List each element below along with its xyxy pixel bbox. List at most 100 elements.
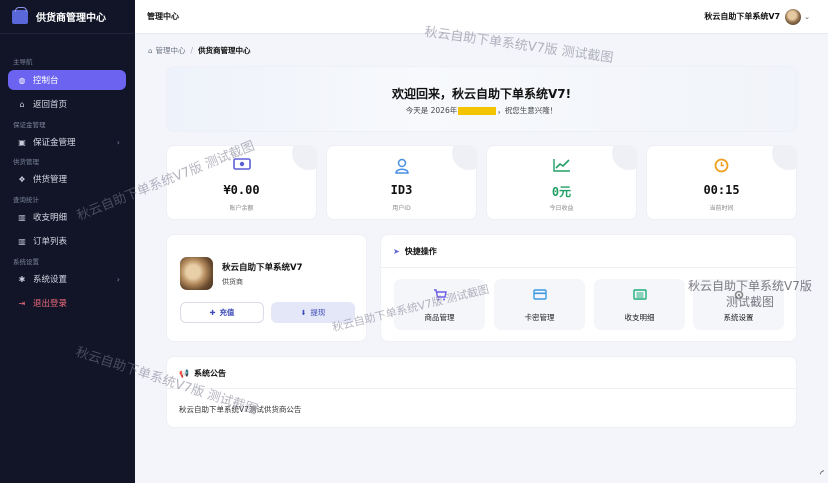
store-icon [12, 6, 28, 24]
announcement-text: 秋云自助下单系统V7测试供货商公告 [179, 405, 302, 414]
sidebar-item-home[interactable]: ⌂ 返回首页 [8, 94, 126, 114]
quick-item-cards[interactable]: 卡密管理 [494, 279, 585, 330]
sign-out-icon: ⇥ [18, 298, 26, 308]
stat-label: 今日收益 [549, 205, 574, 212]
bullhorn-icon: 📢 [179, 369, 189, 378]
breadcrumb-home[interactable]: 管理中心 [155, 45, 185, 56]
home-icon: ⌂ [19, 99, 25, 109]
stat-card-time: 00:15 当前时间 [646, 145, 797, 220]
divider [381, 267, 796, 268]
stat-value: ¥0.00 [223, 183, 260, 197]
withdraw-button[interactable]: ⬇ 提现 [271, 302, 355, 323]
stat-card-income: 0元 今日收益 [486, 145, 637, 220]
sidebar-item-label: 控制台 [33, 76, 59, 86]
welcome-subtitle: 今天是 2026年 ，祝您生意兴隆！ [167, 105, 796, 116]
profile-name: 秋云自助下单系统V7 [222, 263, 303, 273]
brand-title: 供货商管理中心 [36, 13, 106, 24]
welcome-title: 欢迎回来，秋云自助下单系统V7! [391, 87, 572, 101]
stat-value: 00:15 [703, 183, 740, 197]
chevron-down-icon: ⌄ [804, 12, 810, 21]
divider [167, 388, 796, 389]
announcement-header: 📢 系统公告 [179, 368, 226, 379]
quick-item-income[interactable]: 收支明细 [594, 279, 685, 330]
announcement-card: 📢 系统公告 秋云自助下单系统V7测试供货商公告 [166, 356, 797, 428]
sidebar-item-label: 收支明细 [33, 213, 68, 223]
cubes-icon: ❖ [18, 174, 26, 184]
quick-item-label: 系统设置 [723, 313, 754, 322]
quick-actions-header: ➤ 快捷操作 [393, 246, 437, 257]
bar-chart-icon: ▥ [18, 236, 26, 246]
user-menu[interactable]: 秋云自助下单系统V7 ⌄ [704, 8, 810, 25]
sidebar-item-label: 订单列表 [33, 237, 68, 247]
nav-section-supply: 供货管理 [13, 158, 39, 166]
plus-icon: ✚ [209, 308, 216, 317]
sidebar-item-label: 系统设置 [33, 275, 68, 285]
stat-label: 账户余额 [229, 205, 254, 212]
sidebar-item-supply[interactable]: ❖ 供货管理 [8, 169, 126, 189]
gear-icon [693, 289, 784, 304]
sidebar-item-orders[interactable]: ▥ 订单列表 [8, 231, 126, 251]
quick-item-label: 卡密管理 [524, 313, 555, 322]
user-icon [327, 158, 476, 178]
withdraw-label: 提现 [310, 308, 326, 317]
rocket-icon: ➤ [393, 247, 400, 256]
avatar [785, 8, 802, 25]
topbar: 管理中心 秋云自助下单系统V7 ⌄ [135, 0, 828, 34]
breadcrumb-separator: / [190, 46, 193, 55]
chart-line-icon [487, 158, 636, 176]
recharge-button[interactable]: ✚ 充值 [180, 302, 264, 323]
lock-icon: ▣ [18, 137, 26, 147]
welcome-date-prefix: 今天是 2026年 [405, 106, 458, 115]
sidebar-item-deposit[interactable]: ▣ 保证金管理 › [8, 132, 126, 152]
stat-label: 当前时间 [709, 205, 734, 212]
quick-item-label: 商品管理 [424, 313, 455, 322]
gauge-icon: ◍ [18, 75, 26, 85]
welcome-banner: 欢迎回来，秋云自助下单系统V7! 今天是 2026年 ，祝您生意兴隆！ [166, 66, 797, 132]
welcome-greeting: ，祝您生意兴隆！ [497, 106, 558, 115]
stat-value: ID3 [390, 183, 413, 197]
nav-section-query: 查询统计 [13, 196, 39, 204]
list-alt-icon [594, 289, 685, 303]
brand: 供货商管理中心 [0, 0, 135, 34]
announcement-title: 系统公告 [193, 369, 226, 378]
sidebar-item-label: 退出登录 [33, 299, 68, 309]
clock-icon [647, 158, 796, 177]
sidebar-item-label: 保证金管理 [33, 138, 76, 148]
quick-item-products[interactable]: 商品管理 [394, 279, 485, 330]
breadcrumb-current: 供货商管理中心 [197, 46, 251, 55]
chevron-right-icon: › [116, 137, 120, 147]
avatar [180, 257, 213, 290]
cart-icon [394, 289, 485, 304]
spinner-icon: ◜ [820, 469, 824, 480]
sidebar-item-logout[interactable]: ⇥ 退出登录 [8, 293, 126, 313]
breadcrumb: ⌂ 管理中心 / 供货商管理中心 [148, 45, 250, 56]
home-icon: ⌂ [148, 46, 153, 55]
sidebar-item-income[interactable]: ▥ 收支明细 [8, 207, 126, 227]
redaction-mark [458, 107, 497, 115]
nav-section-system: 系统设置 [13, 258, 39, 266]
credit-card-icon [494, 289, 585, 303]
gear-icon: ✱ [18, 274, 26, 284]
profile-role: 供货商 [222, 278, 243, 286]
sidebar: 供货商管理中心 主导航 ◍ 控制台 ⌂ 返回首页 保证金管理 ▣ 保证金管理 ›… [0, 0, 135, 483]
money-bill-icon [167, 158, 316, 174]
sidebar-item-label: 返回首页 [33, 100, 68, 110]
sidebar-item-dashboard[interactable]: ◍ 控制台 [8, 70, 126, 90]
sidebar-item-label: 供货管理 [33, 175, 68, 185]
quick-actions: ➤ 快捷操作 商品管理 卡密管理 收支明细 系统设置 [380, 234, 797, 342]
quick-actions-title: 快捷操作 [404, 247, 437, 256]
profile-card: 秋云自助下单系统V7 供货商 ✚ 充值 ⬇ 提现 [166, 234, 367, 342]
user-name: 秋云自助下单系统V7 [704, 12, 781, 21]
quick-item-settings[interactable]: 系统设置 [693, 279, 784, 330]
recharge-label: 充值 [219, 308, 235, 317]
bar-chart-icon: ▥ [18, 212, 26, 222]
quick-item-label: 收支明细 [624, 313, 655, 322]
topbar-title: 管理中心 [147, 12, 179, 21]
stat-value: 0元 [551, 185, 572, 199]
stat-card-balance: ¥0.00 账户余额 [166, 145, 317, 220]
chevron-right-icon: › [116, 274, 120, 284]
sidebar-item-settings[interactable]: ✱ 系统设置 › [8, 269, 126, 289]
download-icon: ⬇ [300, 308, 307, 317]
stat-card-user-id: ID3 用户ID [326, 145, 477, 220]
nav-section-main: 主导航 [13, 58, 33, 66]
